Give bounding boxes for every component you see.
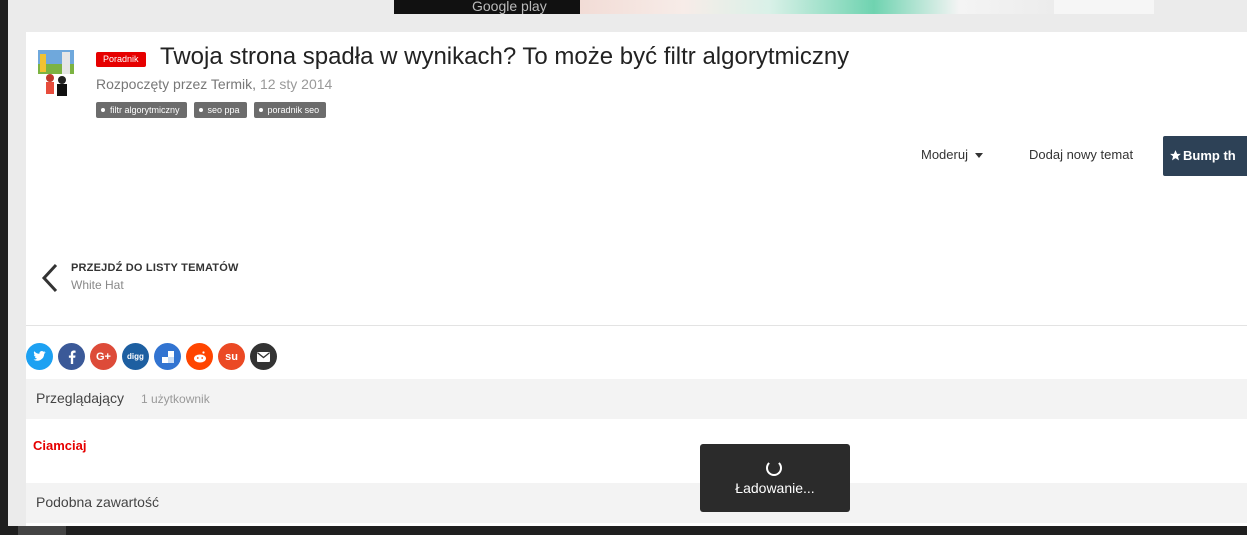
moderate-label: Moderuj: [921, 147, 968, 162]
divider: [26, 325, 1247, 326]
avatar[interactable]: [36, 48, 76, 98]
email-icon[interactable]: [250, 343, 277, 370]
share-buttons: G+ digg su: [26, 343, 277, 370]
spinner-icon: [766, 460, 782, 476]
ad-banner[interactable]: Google play: [394, 0, 1154, 14]
similar-content-title: Podobna zawartość: [36, 494, 159, 510]
tag[interactable]: filtr algorytmiczny: [96, 102, 187, 118]
stumbleupon-icon[interactable]: su: [218, 343, 245, 370]
taskbar-fragment: [18, 526, 66, 535]
author-link[interactable]: Termik: [211, 76, 252, 92]
chevron-left-icon[interactable]: [38, 262, 62, 294]
topic-meta: Rozpoczęty przez Termik, 12 sty 2014: [96, 76, 332, 92]
caret-down-icon: [974, 153, 983, 159]
loading-overlay: Ładowanie...: [700, 444, 850, 512]
page: Google play Poradnik Twoja strona spadła…: [8, 0, 1247, 526]
viewers-header: Przeglądający 1 użytkownik: [26, 379, 1247, 419]
viewer-username[interactable]: Ciamciaj: [33, 438, 86, 453]
tag[interactable]: poradnik seo: [253, 102, 327, 118]
digg-icon[interactable]: digg: [122, 343, 149, 370]
bump-topic-button[interactable]: Bump th: [1163, 136, 1247, 176]
topic-badge[interactable]: Poradnik: [96, 52, 146, 67]
topic-card: Poradnik Twoja strona spadła w wynikach?…: [26, 32, 1247, 526]
loading-text: Ładowanie...: [735, 480, 815, 496]
forum-name[interactable]: White Hat: [71, 278, 124, 292]
google-plus-icon[interactable]: G+: [90, 343, 117, 370]
star-icon: [1170, 150, 1181, 161]
google-play-text: Google play: [472, 0, 547, 14]
page-title: Twoja strona spadła w wynikach? To może …: [160, 43, 850, 70]
tag[interactable]: seo ppa: [193, 102, 247, 118]
similar-content-header: Podobna zawartość: [26, 483, 1247, 523]
viewers-count: 1 użytkownik: [141, 392, 210, 406]
facebook-icon[interactable]: [58, 343, 85, 370]
started-by-label: Rozpoczęty przez: [96, 76, 208, 92]
moderate-button[interactable]: Moderuj: [909, 140, 995, 170]
add-topic-button[interactable]: Dodaj nowy temat: [1021, 140, 1141, 170]
ad-image[interactable]: [580, 0, 1130, 14]
ad-side-panel: [1054, 0, 1154, 14]
reddit-icon[interactable]: [186, 343, 213, 370]
topic-date: 12 sty 2014: [259, 76, 333, 92]
back-to-list-link[interactable]: PRZEJDŹ DO LISTY TEMATÓW: [71, 262, 239, 274]
bump-label: Bump th: [1183, 148, 1236, 163]
tag-list: filtr algorytmiczny seo ppa poradnik seo: [96, 102, 327, 118]
google-play-badge[interactable]: Google play: [394, 0, 580, 14]
viewers-title: Przeglądający: [36, 390, 124, 406]
twitter-icon[interactable]: [26, 343, 53, 370]
meta-separator: ,: [252, 76, 257, 92]
delicious-icon[interactable]: [154, 343, 181, 370]
